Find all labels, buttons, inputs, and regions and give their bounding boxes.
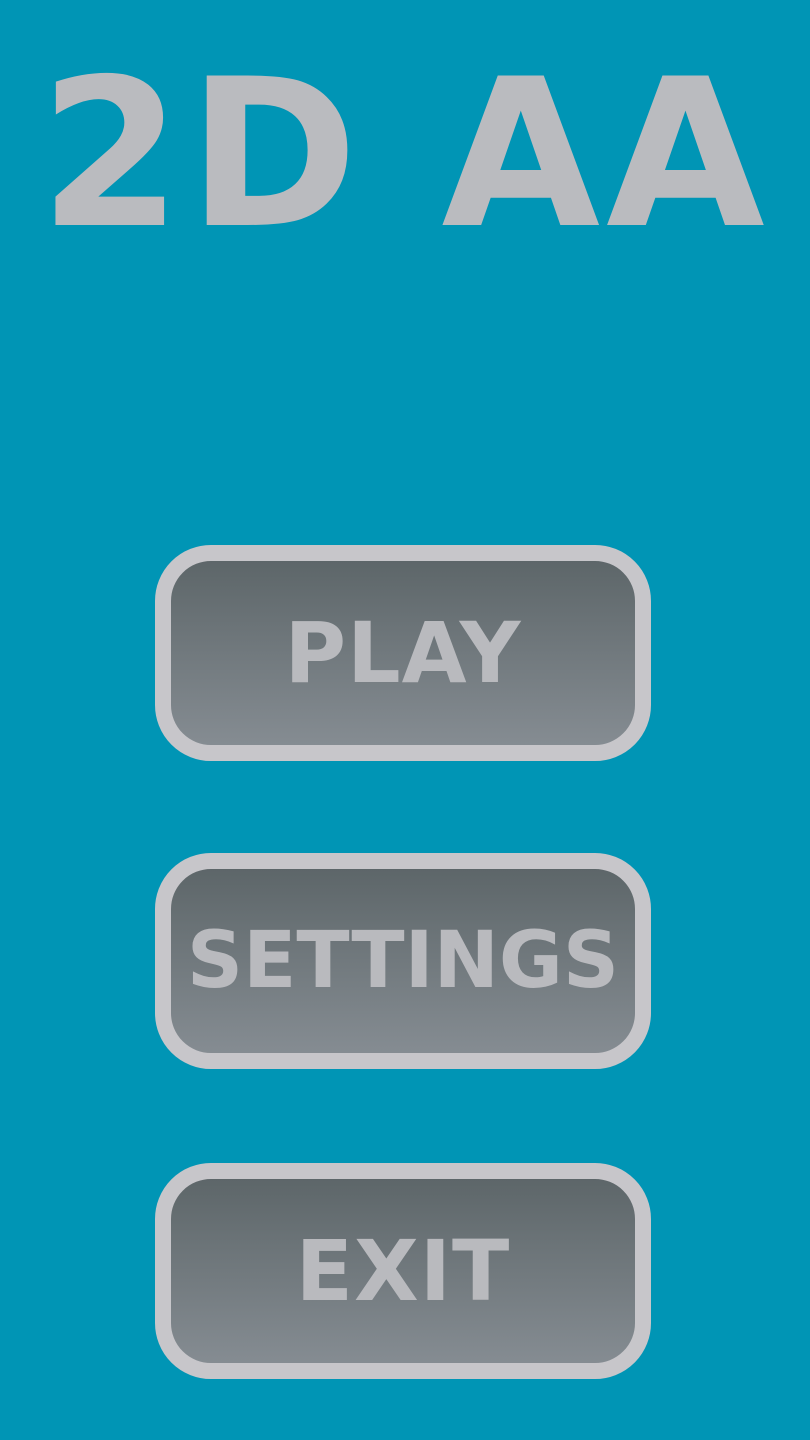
play-button[interactable]: PLAY bbox=[155, 545, 651, 761]
settings-button[interactable]: SETTINGS bbox=[155, 853, 651, 1069]
play-button-label: PLAY bbox=[284, 604, 522, 702]
settings-button-label: SETTINGS bbox=[186, 916, 620, 1006]
exit-button-label: EXIT bbox=[295, 1222, 511, 1320]
game-title: 2D AA bbox=[39, 36, 771, 274]
exit-button[interactable]: EXIT bbox=[155, 1163, 651, 1379]
